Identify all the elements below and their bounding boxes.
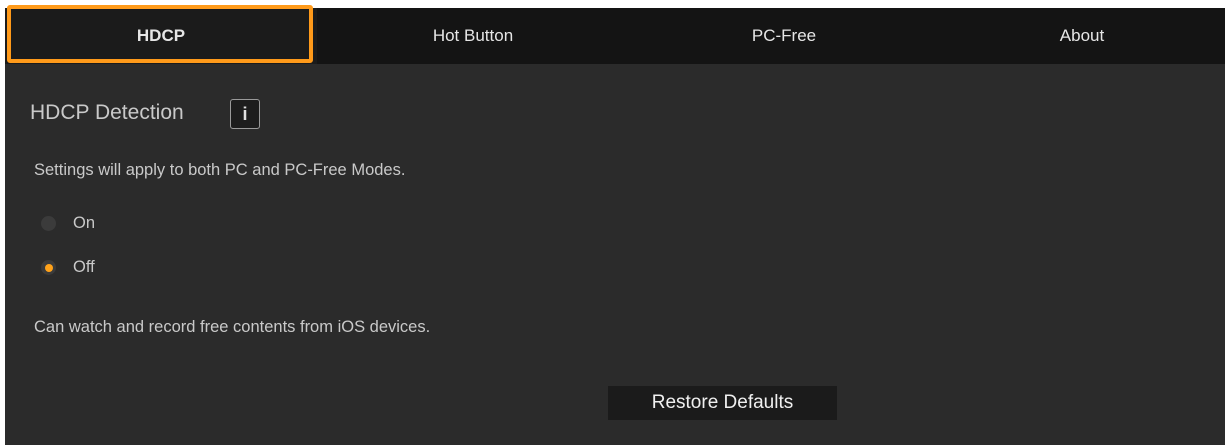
radio-button-off[interactable]: [41, 260, 56, 275]
tab-about[interactable]: About: [939, 8, 1225, 64]
radio-button-on[interactable]: [41, 216, 56, 231]
tab-bar: HDCP Hot Button PC-Free About: [5, 8, 1225, 64]
tab-hdcp[interactable]: HDCP: [5, 8, 317, 64]
radio-option-off[interactable]: Off: [41, 258, 95, 277]
hdcp-note: Can watch and record free contents from …: [34, 318, 431, 336]
section-description: Settings will apply to both PC and PC-Fr…: [34, 161, 406, 179]
settings-window: HDCP Hot Button PC-Free About HDCP Detec…: [5, 8, 1225, 445]
radio-label-on: On: [73, 214, 96, 232]
radio-option-on[interactable]: On: [41, 214, 95, 233]
radio-selected-dot: [44, 263, 53, 272]
restore-defaults-button[interactable]: Restore Defaults: [608, 386, 837, 420]
tab-hot-button[interactable]: Hot Button: [317, 8, 629, 64]
tab-pc-free[interactable]: PC-Free: [629, 8, 939, 64]
section-title: HDCP Detection: [30, 101, 184, 124]
info-icon[interactable]: i: [230, 99, 260, 129]
radio-label-off: Off: [73, 258, 95, 276]
